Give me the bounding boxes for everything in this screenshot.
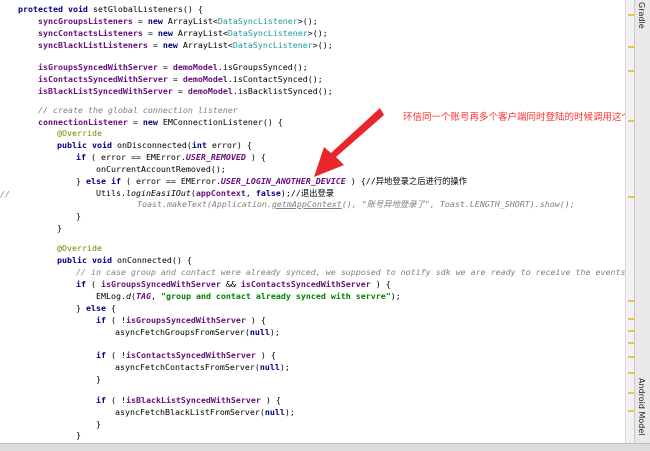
code-line: } [57,223,62,233]
status-bar [0,443,650,451]
code-line: asyncFetchGroupsFromServer(null); [115,327,280,337]
line-comment-marker: // [0,189,10,199]
code-commented-line: Toast.makeText(Application.getmAppContex… [137,199,575,209]
code-line: isContactsSyncedWithServer = demoModel.i… [38,74,323,84]
code-line: } [96,374,101,384]
tool-window-bar: Gradle Android Model [634,0,650,443]
code-line: protected void setGlobalListeners() { [18,4,203,14]
code-line: syncBlackListListeners = new ArrayList<D… [38,40,333,50]
code-line: asyncFetchBlackListFromServer(null); [115,407,295,417]
red-arrow-pointer-icon [314,108,384,177]
android-model-tab[interactable]: Android Model [637,378,646,436]
code-line: } [76,430,81,440]
code-annotation: @Override [57,243,102,253]
code-line: isBlackListSyncedWithServer = demoModel.… [38,86,333,96]
code-line: } [76,211,81,221]
code-line: EMLog.d(TAG, "group and contact already … [96,291,401,301]
code-comment: // in case group and contact were alread… [76,267,625,277]
code-line: if ( error == EMError.USER_REMOVED ) { [76,152,266,162]
annotation-note: 环信同一个账号再多个客户端同时登陆的时候调用这个方 [403,112,625,123]
code-line: if ( !isBlackListSyncedWithServer ) { [96,395,281,405]
code-line: onCurrentAccountRemoved(); [96,164,226,174]
code-comment: // create the global connection listener [38,105,238,115]
code-line: if ( isGroupsSyncedWithServer && isConta… [76,279,391,289]
code-line: } else { [76,303,116,313]
error-stripe[interactable] [625,0,634,443]
code-annotation: @Override [57,128,102,138]
gradle-tab[interactable]: Gradle [637,2,646,29]
code-line: public void onDisconnected(int error) { [57,140,252,150]
code-line: isGroupsSyncedWithServer = demoModel.isG… [38,62,308,72]
code-line: if ( !isGroupsSyncedWithServer ) { [96,315,266,325]
code-line: public void onConnected() { [57,255,192,265]
code-line: syncContactsListeners = new ArrayList<Da… [38,28,328,38]
code-editor[interactable]: protected void setGlobalListeners() { sy… [0,0,625,443]
code-line: } else if ( error == EMError.USER_LOGIN_… [76,176,468,186]
code-line: if ( !isContactsSyncedWithServer ) { [96,350,276,360]
code-line: syncGroupsListeners = new ArrayList<Data… [38,16,318,26]
code-line: } [96,419,101,429]
code-line: asyncFetchContactsFromServer(null); [115,362,290,372]
